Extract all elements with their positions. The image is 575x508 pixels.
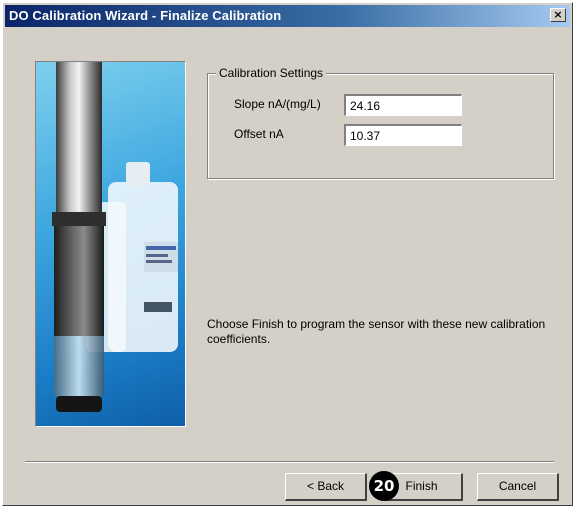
- callout-number-badge: 20: [369, 471, 399, 501]
- slope-input[interactable]: [344, 94, 462, 116]
- offset-label: Offset nA: [234, 127, 284, 141]
- instructions-text: Choose Finish to program the sensor with…: [207, 317, 546, 346]
- close-button[interactable]: ×: [550, 8, 566, 22]
- back-button[interactable]: < Back: [285, 473, 367, 501]
- close-icon: ×: [553, 8, 563, 21]
- calibration-settings-legend: Calibration Settings: [216, 66, 327, 80]
- button-separator: [25, 461, 554, 463]
- slope-label: Slope nA/(mg/L): [234, 97, 321, 111]
- cancel-button[interactable]: Cancel: [477, 473, 559, 501]
- offset-input[interactable]: [344, 124, 462, 146]
- calibration-settings-group: Calibration Settings Slope nA/(mg/L) Off…: [207, 66, 554, 179]
- probe-illustration-icon: [52, 62, 178, 412]
- sensor-probe-image: [35, 61, 186, 427]
- window-title: DO Calibration Wizard - Finalize Calibra…: [9, 8, 282, 23]
- title-bar[interactable]: DO Calibration Wizard - Finalize Calibra…: [5, 5, 570, 27]
- wizard-dialog: DO Calibration Wizard - Finalize Calibra…: [2, 2, 573, 506]
